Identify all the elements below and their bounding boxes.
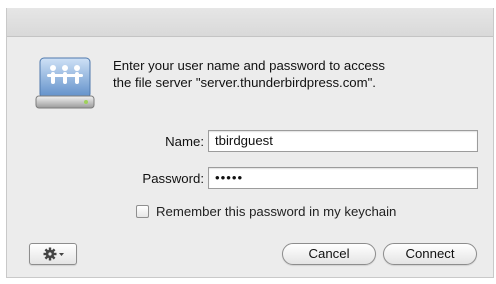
remember-password-label[interactable]: Remember this password in my keychain [156, 204, 396, 219]
name-field[interactable]: tbirdguest [208, 130, 478, 152]
file-server-icon [34, 56, 98, 112]
name-label: Name: [165, 134, 204, 149]
connect-button[interactable]: Connect [383, 243, 477, 265]
password-field[interactable]: ••••• [208, 167, 478, 189]
remember-password-checkbox[interactable] [136, 205, 149, 218]
action-menu-button[interactable] [29, 243, 77, 265]
password-label: Password: [142, 171, 204, 186]
message-line-2: the file server "server.thunderbirdpress… [113, 75, 376, 90]
dialog-message: Enter your user name and password to acc… [113, 57, 453, 91]
title-bar [7, 8, 493, 37]
cancel-button[interactable]: Cancel [282, 243, 376, 265]
message-line-1: Enter your user name and password to acc… [113, 58, 385, 73]
gear-icon [43, 247, 64, 261]
